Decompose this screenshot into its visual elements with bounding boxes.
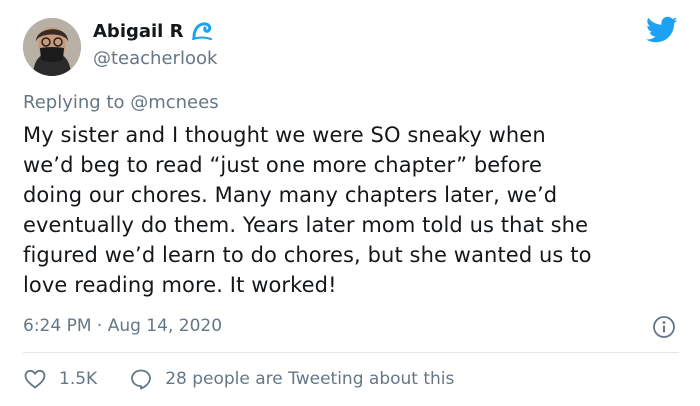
author-name-row[interactable]: Abigail R [93,20,213,42]
speech-bubble-icon [131,369,152,390]
heart-icon [24,369,46,389]
tweet-timestamp[interactable]: 6:24 PM · Aug 14, 2020 [23,316,222,336]
replying-to-label: Replying to [23,92,125,113]
reply-text: 28 people are Tweeting about this [165,369,455,389]
wave-icon [192,22,213,40]
avatar[interactable] [23,18,81,76]
author-handle[interactable]: @teacherlook [93,48,217,69]
divider [23,352,679,353]
tweet-actions: 1.5K 28 people are Tweeting about this [23,367,454,391]
info-icon[interactable] [652,315,676,339]
tweet-text: My sister and I thought we were SO sneak… [23,123,592,297]
mention-link[interactable]: @mcnees [130,92,218,113]
avatar-photo [23,18,81,76]
author-display-name[interactable]: Abigail R [93,21,183,42]
like-count: 1.5K [59,369,98,389]
like-button[interactable]: 1.5K [23,367,97,391]
twitter-bird-icon[interactable] [646,16,678,44]
reply-button[interactable]: 28 people are Tweeting about this [129,367,454,391]
replying-to: Replying to @mcnees [23,92,219,113]
